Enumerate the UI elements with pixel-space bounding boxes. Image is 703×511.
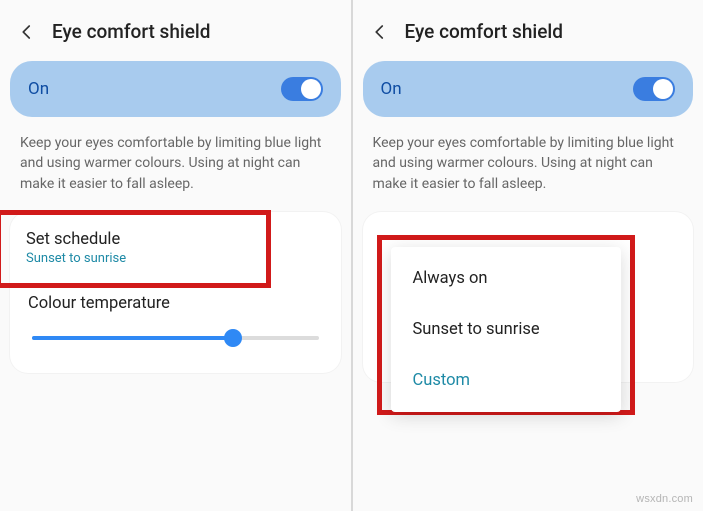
slider-fill [32,336,233,340]
page-title: Eye comfort shield [405,20,563,43]
schedule-popup: Always on Sunset to sunrise Custom [391,247,621,412]
popup-item-custom[interactable]: Custom [391,355,621,406]
toggle-label: On [381,79,402,99]
colour-temperature-slider[interactable] [32,323,319,353]
header: Eye comfort shield [0,0,351,61]
feature-toggle-row[interactable]: On [10,61,341,117]
popup-item-sunset-sunrise[interactable]: Sunset to sunrise [391,304,621,355]
watermark: wsxdn.com [636,493,693,505]
description-text: Keep your eyes comfortable by limiting b… [0,117,351,212]
slider-thumb[interactable] [224,329,242,347]
set-schedule-row[interactable]: Set schedule Sunset to sunrise [10,216,341,280]
set-schedule-subtitle: Sunset to sunrise [26,251,325,266]
page-title: Eye comfort shield [52,20,210,43]
description-text: Keep your eyes comfortable by limiting b… [353,117,703,212]
toggle-label: On [28,79,49,99]
feature-toggle-row[interactable]: On [363,61,694,117]
toggle-switch[interactable] [281,77,323,101]
panel-left: Eye comfort shield On Keep your eyes com… [0,0,353,511]
back-icon[interactable] [371,23,389,41]
back-icon[interactable] [18,23,36,41]
settings-card: Set schedule Sunset to sunrise Colour te… [10,212,341,373]
colour-temperature-label: Colour temperature [10,280,341,319]
set-schedule-title: Set schedule [26,230,325,249]
header: Eye comfort shield [353,0,703,61]
toggle-switch[interactable] [633,77,675,101]
popup-item-always-on[interactable]: Always on [391,253,621,304]
panel-right: Eye comfort shield On Keep your eyes com… [353,0,703,511]
